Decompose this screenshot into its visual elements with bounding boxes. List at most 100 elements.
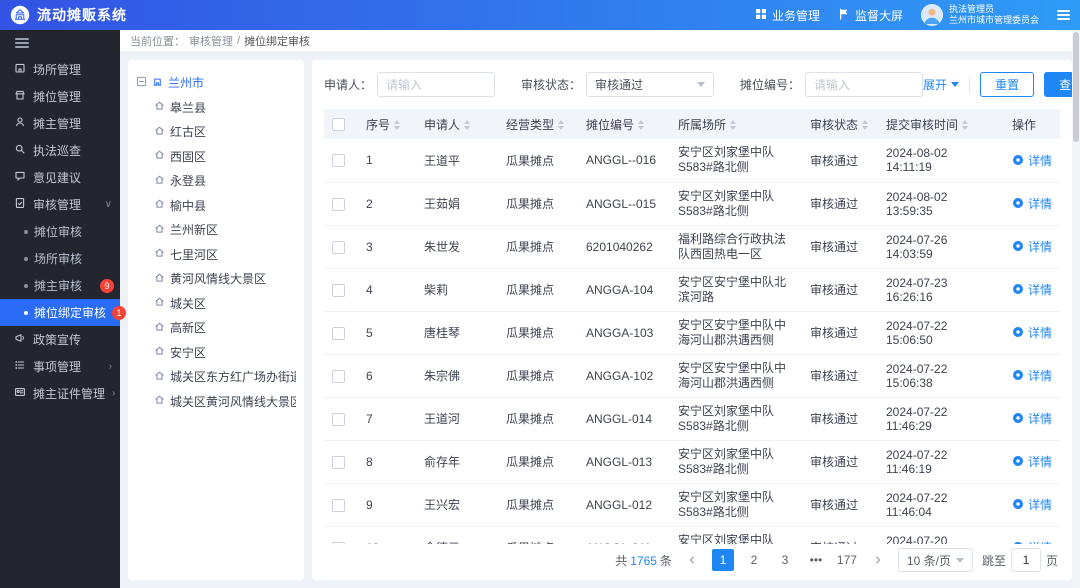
row-checkbox[interactable] <box>332 413 345 426</box>
sort-icon[interactable] <box>962 120 968 130</box>
sidebar-item-vendor-cert-mgmt[interactable]: 摊主证件管理 › <box>0 380 120 407</box>
applicant-input[interactable] <box>377 72 495 97</box>
sidebar-item-vendor-mgmt[interactable]: 摊主管理 <box>0 110 120 137</box>
sort-icon[interactable] <box>464 120 470 130</box>
detail-link[interactable]: 详情 <box>1012 281 1052 298</box>
tree-node[interactable]: 城关区东方红广场办街道 <box>136 365 296 390</box>
col-header-status: 审核状态 <box>802 109 878 139</box>
sort-icon[interactable] <box>558 120 564 130</box>
sidebar-item-policy[interactable]: 政策宣传 <box>0 326 120 353</box>
sidebar-item-audit-mgmt[interactable]: 审核管理 ∨ <box>0 191 120 218</box>
sidebar-subitem-stall-audit[interactable]: 摊位审核 <box>0 218 120 245</box>
audit-table: 序号 申请人 经营类型 摊位编号 所属场所 审核状态 提交审核时间 操作 <box>324 109 1060 544</box>
cell-venue: 安宁区安宁堡中队北滨河路 <box>670 268 802 311</box>
sort-icon[interactable] <box>394 120 400 130</box>
sidebar-item-law-patrol[interactable]: 执法巡查 <box>0 137 120 164</box>
expand-toggle[interactable]: 展开 <box>923 76 959 93</box>
row-checkbox[interactable] <box>332 499 345 512</box>
next-page-button[interactable] <box>867 549 889 571</box>
sidebar-subitem-stall-binding-audit[interactable]: 摊位绑定审核 1 <box>0 299 120 326</box>
cell-venue: 安宁区刘家堡中队S583#路北侧 <box>670 397 802 440</box>
tree-node[interactable]: 西固区 <box>136 144 296 169</box>
home-icon <box>154 223 165 237</box>
megaphone-icon <box>14 332 26 347</box>
tree-node[interactable]: 黄河风情线大景区 <box>136 267 296 292</box>
detail-link[interactable]: 详情 <box>1012 367 1052 384</box>
tree-node-root[interactable]: 兰州市 <box>136 70 296 95</box>
tree-node[interactable]: 城关区 <box>136 291 296 316</box>
detail-link[interactable]: 详情 <box>1012 410 1052 427</box>
nav-business-mgmt[interactable]: 业务管理 <box>755 7 820 24</box>
status-select[interactable]: 审核通过 <box>586 72 714 97</box>
menu-icon[interactable] <box>1057 10 1070 20</box>
row-checkbox[interactable] <box>332 154 345 167</box>
person-icon <box>14 116 26 131</box>
collapse-icon[interactable] <box>136 76 147 90</box>
row-checkbox[interactable] <box>332 456 345 469</box>
prev-page-button[interactable] <box>681 549 703 571</box>
user-info[interactable]: 执法管理员 兰州市城市管理委员会 <box>921 4 1039 26</box>
select-all-checkbox[interactable] <box>332 118 345 131</box>
tree-node[interactable]: 城关区黄河风情线大景区街道 <box>136 389 296 414</box>
page-button-last[interactable]: 177 <box>836 549 858 571</box>
scrollbar-thumb[interactable] <box>1073 32 1079 142</box>
list-icon <box>14 359 26 374</box>
tree-node[interactable]: 兰州新区 <box>136 218 296 243</box>
tree-node[interactable]: 皋兰县 <box>136 95 296 120</box>
tree-node[interactable]: 七里河区 <box>136 242 296 267</box>
sidebar-item-venue-mgmt[interactable]: 场所管理 <box>0 56 120 83</box>
table-row: 1 王道平 瓜果摊点 ANGGL--016 安宁区刘家堡中队S583#路北侧 审… <box>324 139 1060 182</box>
table-row: 5 唐桂琴 瓜果摊点 ANGGA-103 安宁区安宁堡中队中海河山郡洪遇西侧 审… <box>324 311 1060 354</box>
search-button[interactable]: 查询 <box>1044 72 1072 97</box>
table-row: 3 朱世发 瓜果摊点 6201040262 福利路综合行政执法队西固热电一区 审… <box>324 225 1060 268</box>
row-checkbox[interactable] <box>332 198 345 211</box>
sidebar-subitem-venue-audit[interactable]: 场所审核 <box>0 245 120 272</box>
nav-supervise-screen[interactable]: 监督大屏 <box>838 7 903 24</box>
jump-page-input[interactable] <box>1011 548 1041 572</box>
page-ellipsis[interactable]: ••• <box>805 549 827 571</box>
row-checkbox[interactable] <box>332 327 345 340</box>
sidebar-item-stall-mgmt[interactable]: 摊位管理 <box>0 83 120 110</box>
row-checkbox[interactable] <box>332 284 345 297</box>
flag-icon <box>838 8 850 23</box>
tree-node[interactable]: 永登县 <box>136 169 296 194</box>
cell-stall-no: ANGGL--016 <box>578 139 670 182</box>
detail-link[interactable]: 详情 <box>1012 453 1052 470</box>
detail-link[interactable]: 详情 <box>1012 195 1052 212</box>
stall-no-input[interactable] <box>805 72 923 97</box>
sidebar-collapse-icon[interactable] <box>15 38 29 48</box>
row-checkbox[interactable] <box>332 241 345 254</box>
user-role: 执法管理员 <box>949 4 1039 15</box>
cell-no: 7 <box>358 397 416 440</box>
page-size-select[interactable]: 10 条/页 <box>898 548 973 572</box>
nav-business-label: 业务管理 <box>772 7 820 24</box>
detail-link[interactable]: 详情 <box>1012 238 1052 255</box>
chevron-right-icon: › <box>109 362 112 372</box>
cell-time: 2024-07-26 14:03:59 <box>878 225 1004 268</box>
detail-link[interactable]: 详情 <box>1012 496 1052 513</box>
reset-button[interactable]: 重置 <box>980 72 1034 97</box>
eye-icon <box>1012 455 1024 467</box>
tree-node[interactable]: 安宁区 <box>136 340 296 365</box>
cell-status: 审核通过 <box>802 483 878 526</box>
sidebar-subitem-vendor-audit[interactable]: 摊主审核 9 <box>0 272 120 299</box>
row-checkbox[interactable] <box>332 370 345 383</box>
sort-icon[interactable] <box>638 120 644 130</box>
sidebar-item-matters-mgmt[interactable]: 事项管理 › <box>0 353 120 380</box>
tree-node[interactable]: 高新区 <box>136 316 296 341</box>
sort-icon[interactable] <box>730 120 736 130</box>
sidebar-item-feedback[interactable]: 意见建议 <box>0 164 120 191</box>
page-button-3[interactable]: 3 <box>774 549 796 571</box>
tree-node[interactable]: 榆中县 <box>136 193 296 218</box>
breadcrumb-section: 审核管理 <box>189 33 233 49</box>
tree-node[interactable]: 红古区 <box>136 120 296 145</box>
table-row: 6 朱宗佛 瓜果摊点 ANGGA-102 安宁区安宁堡中队中海河山郡洪遇西侧 审… <box>324 354 1060 397</box>
sort-icon[interactable] <box>862 120 868 130</box>
detail-link[interactable]: 详情 <box>1012 324 1052 341</box>
page-button-2[interactable]: 2 <box>743 549 765 571</box>
detail-link[interactable]: 详情 <box>1012 152 1052 169</box>
window-scrollbar[interactable] <box>1072 30 1080 588</box>
page-button-1[interactable]: 1 <box>712 549 734 571</box>
bullet-icon <box>24 230 28 234</box>
cell-no: 5 <box>358 311 416 354</box>
